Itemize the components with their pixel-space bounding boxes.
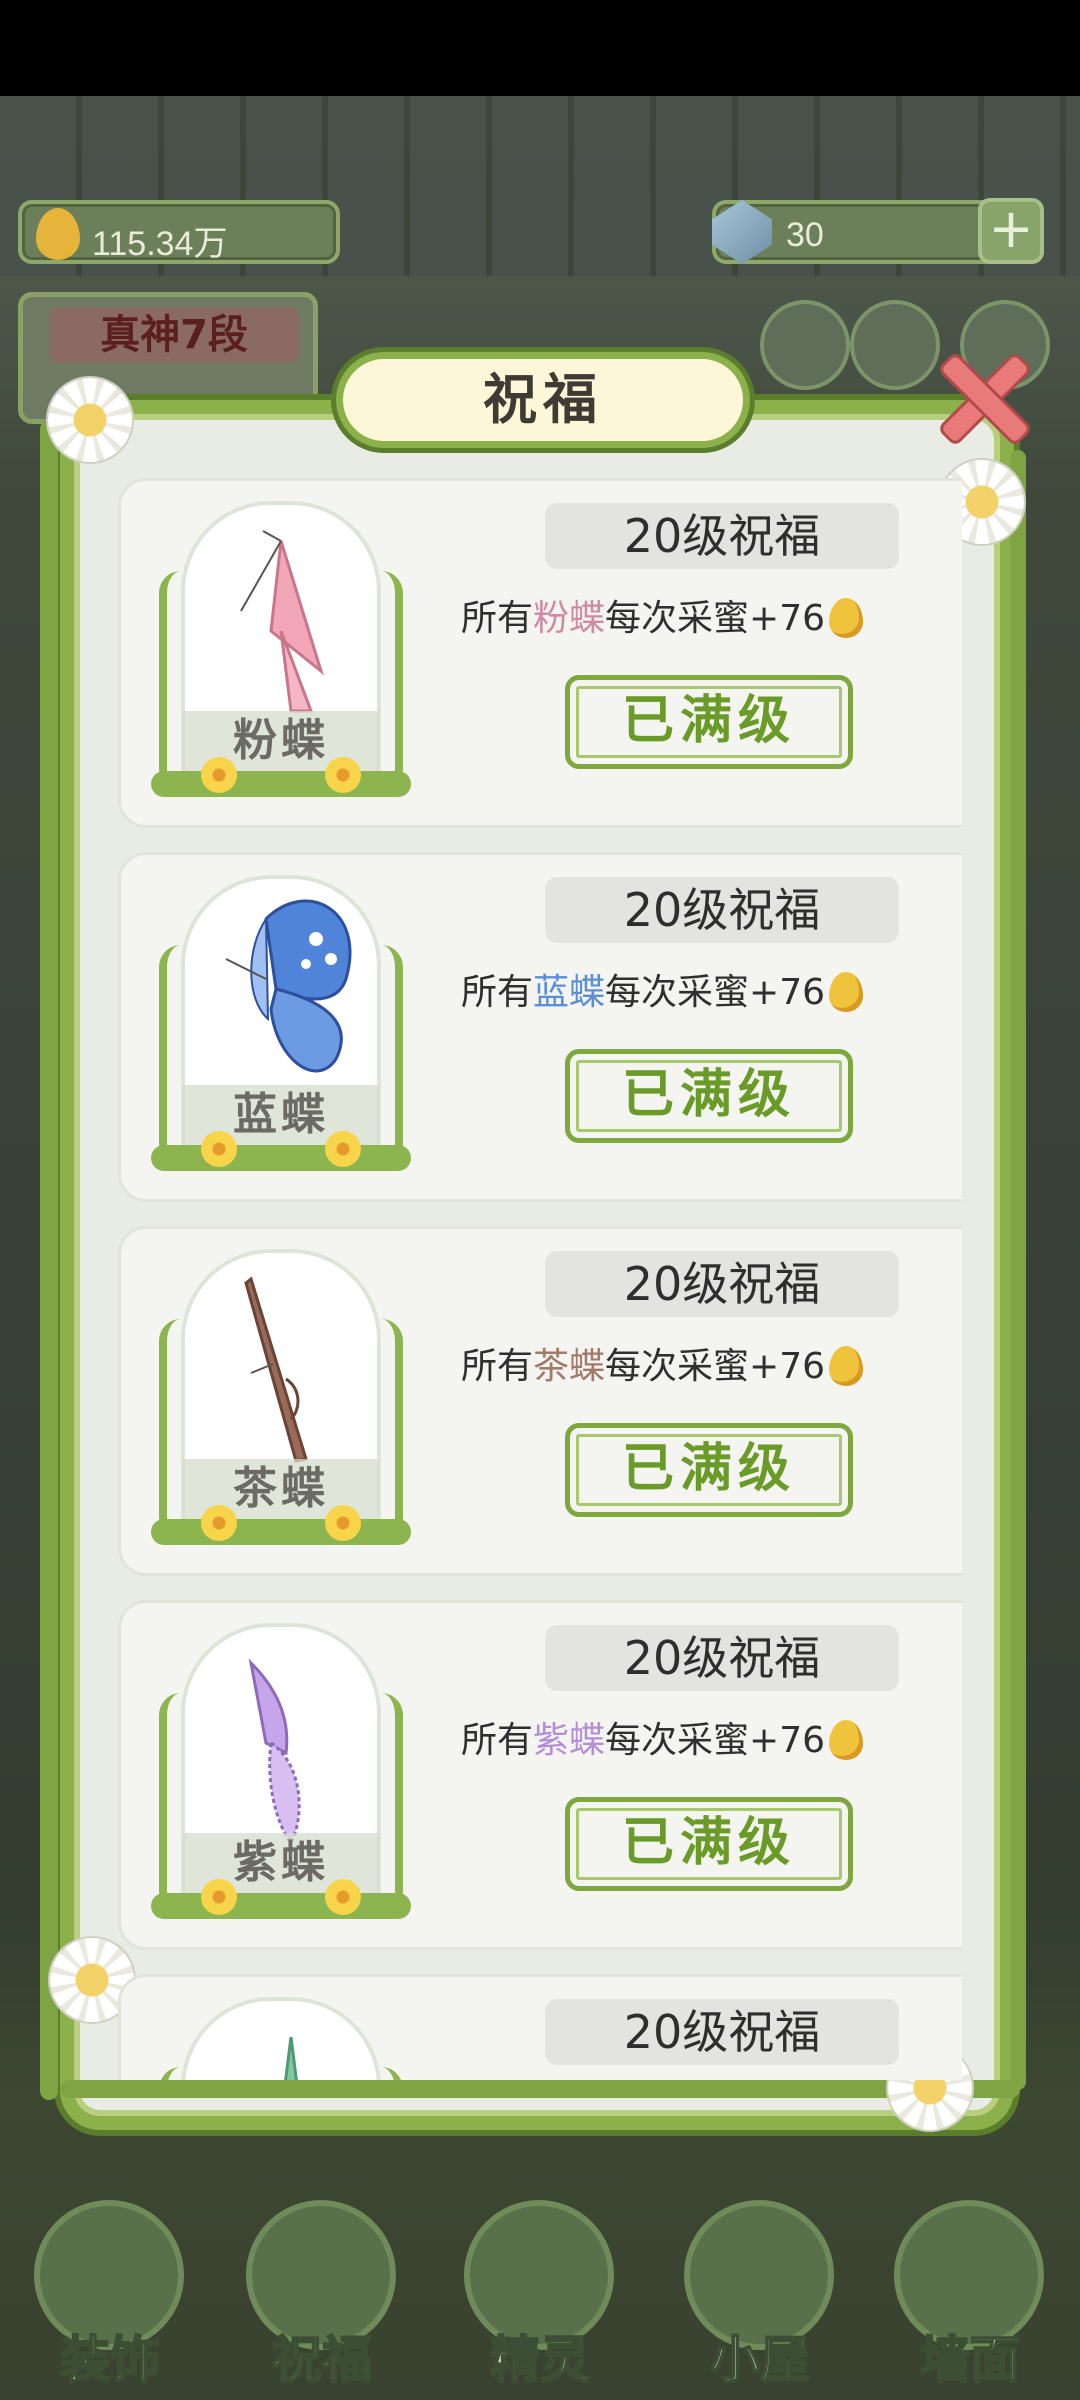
blessing-card: 紫蝶 20级祝福 所有紫蝶每次采蜜+76 已满级 [118,1600,962,1950]
nav-label: 小屋 [709,2330,811,2390]
daisy-flower-icon [48,378,132,462]
dialog-title: 祝福 [483,368,603,431]
level-tag: 20级祝福 [545,1251,899,1317]
blessing-description: 所有茶蝶每次采蜜+76 [461,1337,962,1389]
max-level-button[interactable]: 已满级 [565,675,853,769]
honey-amount: 115.34万 [92,225,228,263]
butterfly-portrait: 粉蝶 [141,501,421,821]
gem-amount: 30 [786,216,824,254]
nav-label: 精灵 [489,2330,591,2390]
blessing-description: 所有粉蝶每次采蜜+76 [461,589,962,641]
blue-butterfly-icon [225,899,352,1073]
tea-butterfly-icon [244,1276,308,1463]
blessing-list[interactable]: 粉蝶 20级祝福 所有粉蝶每次采蜜+76 已满级 蓝蝶 20级祝福 所有蓝蝶每次… [56,470,962,2080]
honey-drop-icon [829,972,864,1012]
honey-drop-icon [829,1720,864,1760]
level-tag: 20级祝福 [545,1999,899,2065]
butterfly-portrait: 茶蝶 [141,1249,421,1569]
nav-label: 祝福 [271,2330,373,2390]
rank-label: 真神7段 [49,307,299,363]
mail-icon[interactable] [850,300,940,390]
add-gems-button[interactable]: + [978,198,1044,264]
gem-counter: 30 + [712,198,1044,264]
blessing-card: 蓝蝶 20级祝福 所有蓝蝶每次采蜜+76 已满级 [118,852,962,1202]
close-icon[interactable] [936,350,1026,440]
pink-butterfly-icon [240,530,324,713]
honey-drop-icon [829,598,864,638]
blessing-description: 所有蓝蝶每次采蜜+76 [461,963,962,1015]
nav-sprite[interactable]: 精灵 [440,2180,640,2400]
blessing-card: 20级祝福 [118,1974,962,2080]
blessing-card: 粉蝶 20级祝福 所有粉蝶每次采蜜+76 已满级 [118,478,962,828]
dialog-title-banner: 祝福 [336,352,750,448]
flower-menu-icon[interactable] [760,300,850,390]
nav-label: 装饰 [59,2330,161,2390]
gem-icon [712,200,772,264]
nav-blessing[interactable]: 祝福 [222,2180,422,2400]
butterfly-portrait [141,1997,421,2080]
bottom-nav: 装饰 祝福 精灵 小屋 墙面 [0,2160,1080,2400]
vine-right [1010,450,1026,2090]
nav-wall[interactable]: 墙面 [870,2180,1070,2400]
level-tag: 20级祝福 [545,877,899,943]
butterfly-portrait: 紫蝶 [141,1623,421,1943]
nav-label: 墙面 [919,2330,1021,2390]
blessing-card: 茶蝶 20级祝福 所有茶蝶每次采蜜+76 已满级 [118,1226,962,1576]
level-tag: 20级祝福 [545,1625,899,1691]
blessing-description: 所有紫蝶每次采蜜+76 [461,1711,962,1763]
honey-drop-icon [36,208,80,260]
green-butterfly-icon [284,2036,298,2080]
level-tag: 20级祝福 [545,503,899,569]
nav-cottage[interactable]: 小屋 [660,2180,860,2400]
vine-bottom [60,2080,1020,2098]
max-level-button[interactable]: 已满级 [565,1797,853,1891]
butterfly-portrait: 蓝蝶 [141,875,421,1195]
honey-drop-icon [829,1346,864,1386]
max-level-button[interactable]: 已满级 [565,1049,853,1143]
purple-butterfly-icon [248,1658,301,1846]
honey-counter: 115.34万 [18,200,340,264]
nav-decoration[interactable]: 装饰 [10,2180,210,2400]
max-level-button[interactable]: 已满级 [565,1423,853,1517]
